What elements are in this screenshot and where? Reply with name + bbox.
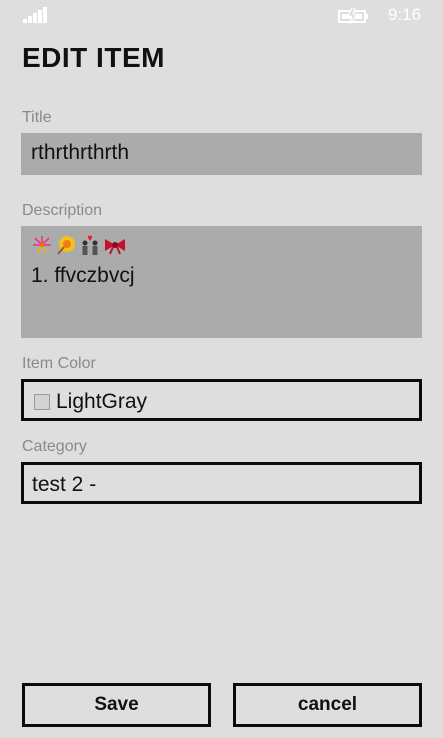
- category-value: test 2 -: [32, 473, 97, 496]
- couple-icon: [82, 235, 98, 255]
- title-input[interactable]: rthrthrthrth: [21, 133, 422, 175]
- status-bar: 9:16: [0, 0, 443, 32]
- description-emoji-row: [31, 234, 412, 256]
- title-input-value: rthrthrthrth: [31, 141, 130, 164]
- save-button[interactable]: Save: [22, 683, 211, 727]
- cancel-button[interactable]: cancel: [233, 683, 422, 727]
- title-label: Title: [22, 109, 52, 126]
- item-color-value: LightGray: [56, 390, 148, 413]
- fireworks-icon: [33, 236, 51, 254]
- page-title: EDIT ITEM: [22, 42, 165, 73]
- category-label: Category: [22, 438, 87, 455]
- moon-cake-icon: [57, 236, 75, 255]
- status-time: 9:16: [388, 5, 422, 24]
- signal-strength-icon: [23, 7, 49, 23]
- battery-charging-icon: [338, 8, 368, 24]
- ribbon-bow-icon: [105, 239, 125, 255]
- edit-item-screen: 9:16 EDIT ITEM Title rthrthrthrth Descri…: [0, 0, 443, 738]
- description-input-value: 1. ffvczbvcj: [31, 264, 135, 287]
- item-color-picker[interactable]: LightGray: [21, 379, 422, 421]
- description-label: Description: [22, 202, 103, 219]
- description-input[interactable]: 1. ffvczbvcj: [21, 226, 422, 338]
- category-picker[interactable]: test 2 -: [21, 462, 422, 504]
- item-color-label: Item Color: [22, 355, 96, 372]
- color-swatch-icon: [34, 394, 50, 410]
